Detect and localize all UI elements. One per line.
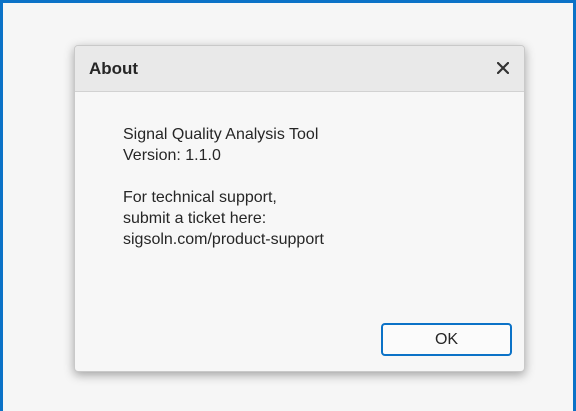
support-text-line1: For technical support, [123,189,277,206]
support-url: sigsoln.com/product-support [123,231,324,248]
dialog-title: About [89,59,139,78]
dialog-header: About [75,46,524,92]
support-text-line2: submit a ticket here: [123,210,267,227]
ok-button[interactable]: OK [381,323,512,356]
about-dialog: About Signal Quality Analysis Tool Versi… [74,45,525,372]
app-window: About Signal Quality Analysis Tool Versi… [0,0,576,411]
app-name: Signal Quality Analysis Tool [123,126,319,143]
dialog-body: Signal Quality Analysis Tool Version: 1.… [123,124,324,250]
version-text: Version: 1.1.0 [123,147,221,164]
close-button[interactable] [492,57,514,79]
close-icon [497,62,509,74]
